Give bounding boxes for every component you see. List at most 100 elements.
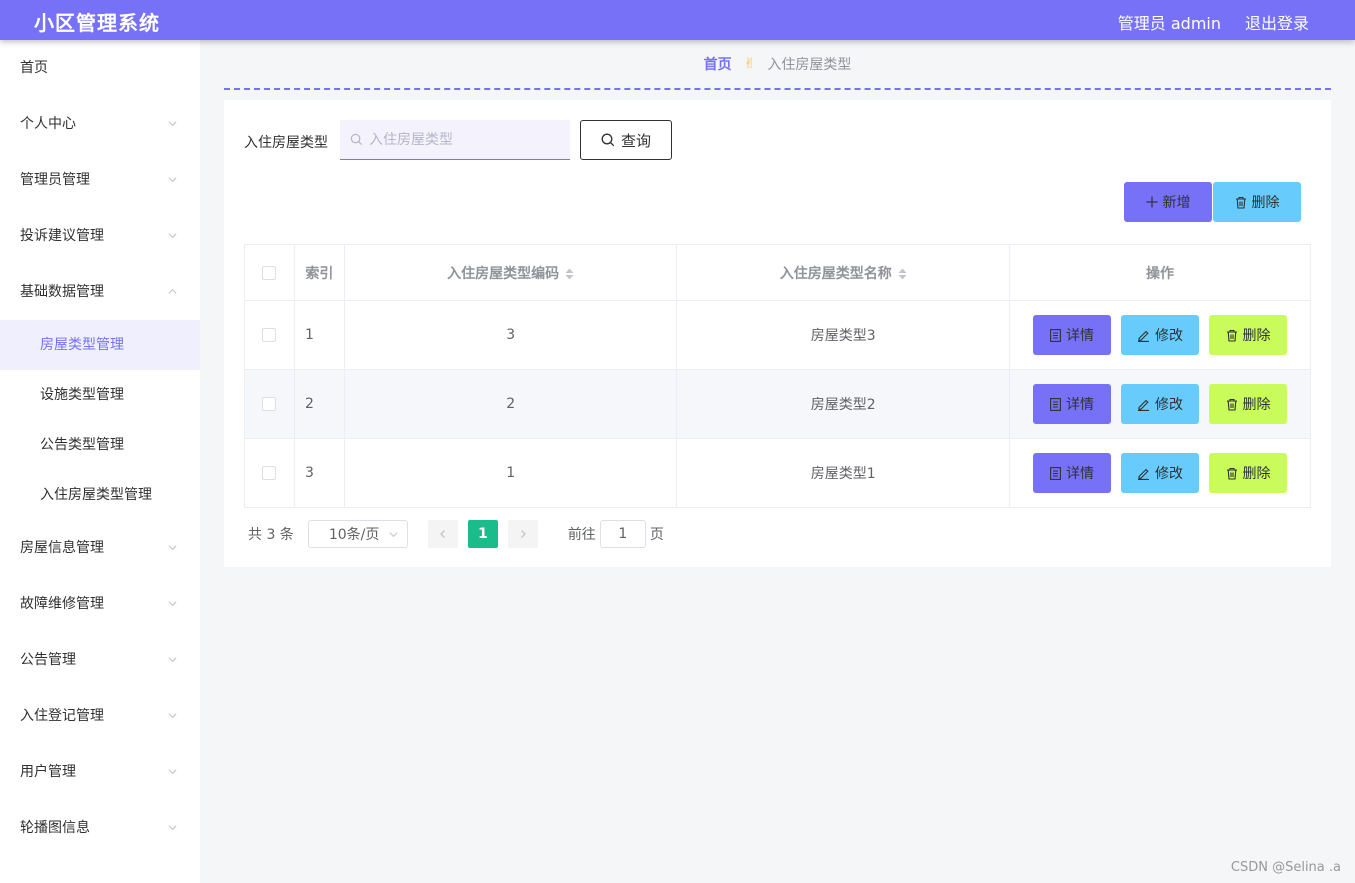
breadcrumb-home[interactable]: 首页: [704, 54, 732, 74]
detail-label: 详情: [1066, 397, 1094, 413]
add-button[interactable]: 新增: [1124, 182, 1212, 222]
sidebar-item-home[interactable]: 首页: [0, 40, 200, 96]
search-icon: [350, 133, 363, 146]
sidebar-item-users[interactable]: 用户管理: [0, 744, 200, 800]
page-size-select[interactable]: 10条/页: [307, 520, 408, 548]
sidebar-item-label: 投诉建议管理: [20, 228, 104, 244]
batch-delete-button[interactable]: 删除: [1213, 182, 1301, 222]
goto-prefix: 前往: [567, 527, 596, 543]
breadcrumb-current: 入住房屋类型: [767, 57, 852, 73]
edit-label: 修改: [1155, 466, 1183, 482]
table-row: 3 1 房屋类型1 详情 修改 删除: [244, 438, 1311, 508]
document-icon: [1050, 328, 1061, 342]
detail-label: 详情: [1066, 328, 1094, 344]
search-button-label: 查询: [620, 131, 651, 150]
trash-icon: [1226, 329, 1237, 342]
watermark: CSDN @Selina .a: [1230, 860, 1341, 875]
edit-button[interactable]: 修改: [1121, 384, 1199, 424]
cell-code: 3: [343, 300, 678, 370]
chevron-down-icon: [167, 96, 178, 152]
search-input[interactable]: [369, 131, 559, 148]
sidebar-item-carousel[interactable]: 轮播图信息: [0, 800, 200, 856]
sidebar: 首页 个人中心 管理员管理 投诉建议管理 基础数据管理 房屋类型管理 设施类型管…: [0, 40, 200, 883]
chevron-down-icon: [167, 744, 178, 800]
prev-page-button[interactable]: [427, 520, 458, 548]
trash-icon: [1226, 398, 1237, 411]
document-icon: [1050, 466, 1061, 480]
search-label: 入住房屋类型: [244, 135, 328, 151]
pagination: 共 3 条 10条/页 1 前往 页: [248, 520, 664, 548]
logout-link[interactable]: 退出登录: [1245, 10, 1309, 34]
checkbox[interactable]: [262, 397, 277, 411]
sidebar-item-label: 用户管理: [20, 764, 76, 780]
search-button[interactable]: 查询: [580, 120, 672, 160]
sidebar-item-house-info[interactable]: 房屋信息管理: [0, 520, 200, 576]
sidebar-subitem-house-type[interactable]: 房屋类型管理: [0, 320, 200, 370]
delete-button[interactable]: 删除: [1209, 384, 1287, 424]
hand-icon: ✌: [743, 56, 756, 72]
detail-button[interactable]: 详情: [1033, 384, 1111, 424]
admin-label: 管理员 admin: [1117, 14, 1221, 33]
delete-button[interactable]: 删除: [1209, 315, 1287, 355]
sidebar-item-checkin[interactable]: 入住登记管理: [0, 688, 200, 744]
edit-icon: [1138, 330, 1149, 342]
chevron-down-icon: [167, 152, 178, 208]
edit-button[interactable]: 修改: [1121, 315, 1199, 355]
checkbox[interactable]: [262, 265, 277, 280]
plus-icon: [1146, 196, 1157, 208]
trash-icon: [1235, 196, 1246, 209]
sidebar-subitem-facility-type[interactable]: 设施类型管理: [0, 370, 200, 420]
edit-button[interactable]: 修改: [1121, 453, 1199, 493]
sidebar-item-basic-data[interactable]: 基础数据管理: [0, 264, 200, 320]
edit-label: 修改: [1155, 328, 1183, 344]
sidebar-item-personal-center[interactable]: 个人中心: [0, 96, 200, 152]
sidebar-item-complaints[interactable]: 投诉建议管理: [0, 208, 200, 264]
row-select[interactable]: [244, 300, 295, 370]
header-index: 索引: [293, 244, 345, 301]
sidebar-item-repair[interactable]: 故障维修管理: [0, 576, 200, 632]
next-page-button[interactable]: [507, 520, 538, 548]
edit-icon: [1138, 399, 1149, 411]
search-input-wrapper: [340, 120, 570, 160]
sort-icon[interactable]: [565, 268, 574, 280]
table-header-row: 索引 入住房屋类型编码 入住房屋类型名称 操作: [244, 244, 1311, 301]
sort-icon[interactable]: [898, 268, 907, 280]
row-select[interactable]: [244, 438, 295, 508]
breadcrumb: 首页 ✌ 入住房屋类型: [224, 40, 1331, 90]
search-icon: [601, 133, 615, 147]
cell-ops: 详情 修改 删除: [1009, 369, 1311, 439]
header-select-all[interactable]: [244, 244, 295, 301]
header-name[interactable]: 入住房屋类型名称: [676, 244, 1011, 301]
document-icon: [1050, 397, 1061, 411]
delete-button[interactable]: 删除: [1209, 453, 1287, 493]
content-card: 入住房屋类型 查询 新增 删除 索引 入住房屋类型编码: [224, 100, 1331, 567]
row-select[interactable]: [244, 369, 295, 439]
cell-ops: 详情 修改 删除: [1009, 438, 1311, 508]
detail-label: 详情: [1066, 466, 1094, 482]
detail-button[interactable]: 详情: [1033, 315, 1111, 355]
checkbox[interactable]: [262, 328, 277, 342]
cell-index: 1: [293, 300, 345, 370]
sidebar-subitem-notice-type[interactable]: 公告类型管理: [0, 420, 200, 470]
cell-index: 2: [293, 369, 345, 439]
checkbox[interactable]: [262, 466, 277, 480]
sidebar-item-admin-management[interactable]: 管理员管理: [0, 152, 200, 208]
header-code[interactable]: 入住房屋类型编码: [343, 244, 678, 301]
delete-label: 删除: [1242, 466, 1271, 482]
cell-code: 1: [343, 438, 678, 508]
goto-page-input[interactable]: [599, 520, 646, 548]
page-number-current[interactable]: 1: [467, 520, 498, 548]
cell-name: 房屋类型3: [676, 300, 1011, 370]
edit-label: 修改: [1155, 397, 1183, 413]
sidebar-item-notices[interactable]: 公告管理: [0, 632, 200, 688]
sidebar-item-label: 轮播图信息: [20, 820, 90, 836]
sidebar-item-label: 公告管理: [20, 652, 76, 668]
detail-button[interactable]: 详情: [1033, 453, 1111, 493]
sidebar-subitem-checkin-house-type[interactable]: 入住房屋类型管理: [0, 470, 200, 520]
cell-name: 房屋类型1: [676, 438, 1011, 508]
header-code-label: 入住房屋类型编码: [447, 265, 560, 282]
add-button-label: 新增: [1162, 195, 1191, 211]
cell-code: 2: [343, 369, 678, 439]
page-size-value: 10条/页: [328, 527, 380, 543]
delete-label: 删除: [1242, 397, 1271, 413]
